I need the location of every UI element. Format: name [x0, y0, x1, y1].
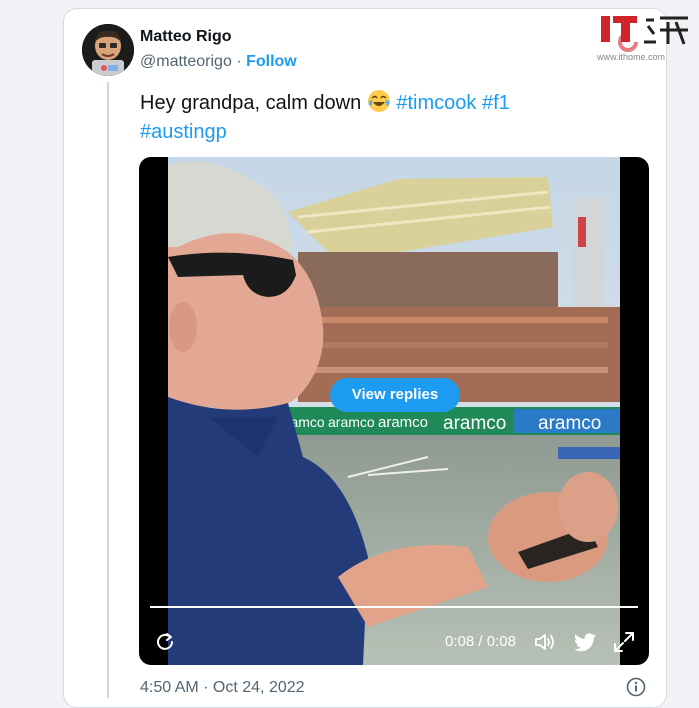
hashtag-austingp[interactable]: #austingp — [140, 121, 227, 143]
ad-board-2: aramco — [328, 414, 375, 430]
avatar-memoji-image — [82, 24, 134, 76]
video-progress-bar[interactable] — [150, 606, 638, 608]
display-name[interactable]: Matteo Rigo — [140, 28, 232, 46]
face-with-tears-of-joy-icon — [367, 90, 390, 112]
avatar[interactable] — [82, 24, 134, 76]
ad-board-3: aramco — [378, 414, 428, 431]
time-total: 0:08 — [486, 633, 516, 650]
tweet-text-plain: Hey grandpa, calm down — [140, 92, 367, 114]
time-current: 0:08 — [445, 633, 475, 650]
tweet-text: Hey grandpa, calm down #timcook #f1 #aus… — [140, 89, 610, 147]
volume-button[interactable] — [533, 630, 557, 654]
twitter-button[interactable] — [572, 630, 598, 654]
user-handle[interactable]: @matteorigo — [140, 53, 232, 70]
ad-board-4: aramco — [443, 413, 506, 434]
volume-icon — [535, 634, 554, 650]
fullscreen-button[interactable] — [612, 630, 636, 654]
expand-icon — [614, 632, 634, 652]
hashtag-timcook[interactable]: #timcook — [396, 92, 476, 114]
dot-separator: · — [236, 53, 242, 70]
watermark-url: www.ithome.com — [597, 52, 666, 62]
replay-icon — [157, 633, 173, 650]
tweet-timestamp[interactable]: 4:50 AM · Oct 24, 2022 — [140, 679, 305, 697]
replay-button[interactable] — [154, 631, 176, 653]
twitter-bird-icon — [574, 633, 596, 652]
ad-board-5: aramco — [538, 413, 601, 434]
time-separator: / — [474, 633, 487, 650]
thread-line — [107, 82, 109, 698]
view-replies-button[interactable]: View replies — [330, 378, 460, 412]
follow-button[interactable]: Follow — [246, 53, 297, 70]
video-time-readout: 0:08 / 0:08 — [445, 633, 516, 650]
ithome-watermark-logo — [601, 16, 688, 52]
info-icon[interactable] — [626, 677, 646, 697]
hashtag-f1[interactable]: #f1 — [482, 92, 510, 114]
handle-row: @matteorigo · Follow — [140, 53, 297, 71]
